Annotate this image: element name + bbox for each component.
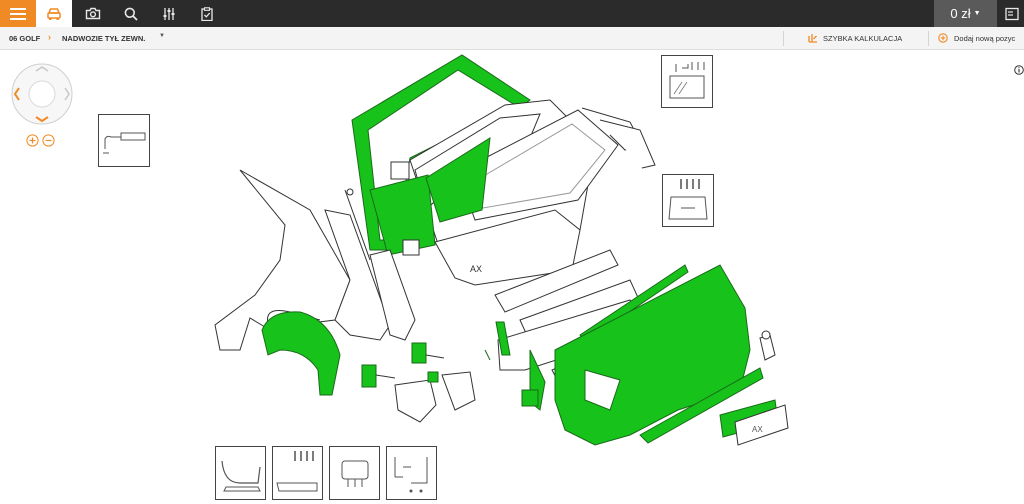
add-position-button[interactable]: Dodaj nową pozyc: [938, 33, 1015, 43]
quick-calculation-button[interactable]: SZYBKA KALKULACJA: [808, 33, 902, 43]
search-icon: [124, 7, 138, 21]
filters-button[interactable]: [152, 0, 186, 27]
sliders-icon: [163, 7, 175, 20]
quick-calculation-label: SZYBKA KALKULACJA: [823, 33, 903, 43]
exit-icon: [1005, 7, 1019, 20]
breadcrumb-model[interactable]: 06 GOLF: [9, 34, 40, 43]
tail-light-left-part[interactable]: [394, 379, 437, 423]
add-position-label: Dodaj nową pozyc: [954, 33, 1016, 43]
camera-button[interactable]: [76, 0, 110, 27]
vehicle-button[interactable]: [36, 0, 72, 27]
car-icon: [47, 7, 61, 20]
menu-button[interactable]: [0, 0, 36, 27]
exploded-parts-diagram[interactable]: AX AX: [200, 50, 800, 450]
wheel-arch-liner-part[interactable]: [261, 311, 341, 396]
thumbnail-wiring[interactable]: [386, 446, 437, 500]
license-plate-text: AX: [752, 425, 763, 434]
thumbnail-mount[interactable]: [329, 446, 380, 500]
plus-circle-icon: [938, 33, 948, 43]
divider: [783, 31, 784, 46]
pan-control[interactable]: [10, 62, 74, 126]
menu-icon: [10, 7, 26, 20]
chevron-right-icon: ›: [48, 32, 51, 42]
chevron-down-icon[interactable]: ▼: [159, 33, 165, 39]
thumbnail-handle[interactable]: [215, 446, 266, 500]
clipboard-icon: [201, 6, 213, 21]
breadcrumb-section[interactable]: NADWOZIE TYŁ ZEWN.: [62, 34, 145, 43]
thumbnail-tool[interactable]: [98, 114, 150, 167]
cart-total: 0 zł: [950, 6, 971, 21]
bulb-holder-part[interactable]: [361, 364, 377, 388]
breadcrumb: 06 GOLF › NADWOZIE TYŁ ZEWN. ▼ SZYBKA KA…: [0, 27, 1024, 50]
chevron-down-icon: ▼: [973, 10, 981, 17]
thumbnail-bracket[interactable]: [272, 446, 323, 500]
camera-icon: [85, 7, 101, 20]
divider: [928, 31, 929, 46]
calculator-icon: [808, 34, 817, 43]
top-toolbar: 0 zł ▼: [0, 0, 1024, 27]
exit-button[interactable]: [1000, 0, 1024, 27]
search-button[interactable]: [114, 0, 148, 27]
zoom-in-icon[interactable]: [26, 134, 39, 147]
zoom-controls: [26, 134, 55, 147]
plate-text: AX: [470, 264, 482, 274]
bulb-holder-part-2[interactable]: [411, 342, 427, 364]
parts-diagram-area: AX AX: [0, 50, 1024, 502]
cart-total-button[interactable]: 0 zł ▼: [934, 0, 997, 27]
zoom-out-icon[interactable]: [42, 134, 55, 147]
tail-light-right-part[interactable]: [441, 371, 476, 411]
info-icon[interactable]: [1014, 65, 1024, 75]
clipboard-button[interactable]: [190, 0, 224, 27]
